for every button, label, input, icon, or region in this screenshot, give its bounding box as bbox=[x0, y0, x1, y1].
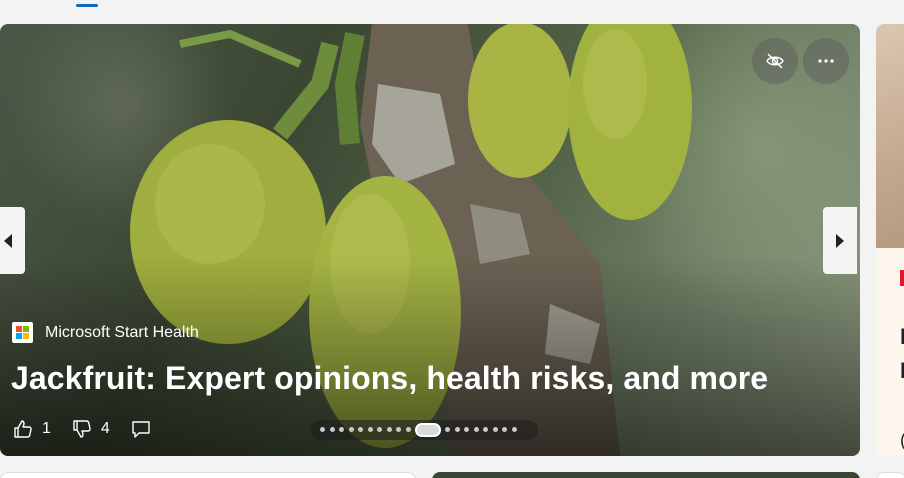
next-story-text-fragment: I bbox=[900, 324, 904, 349]
pager-dot[interactable] bbox=[492, 427, 498, 432]
dislike-button[interactable]: 4 bbox=[71, 418, 110, 440]
pager-dot[interactable] bbox=[511, 427, 517, 432]
pager-dot[interactable] bbox=[348, 427, 354, 432]
pager-dot[interactable] bbox=[405, 427, 411, 432]
thumbs-up-icon bbox=[14, 420, 32, 438]
reaction-bar: 1 4 bbox=[12, 418, 172, 440]
pager-dot[interactable] bbox=[377, 427, 382, 432]
chevron-left-icon bbox=[4, 233, 12, 248]
pager-dot[interactable] bbox=[367, 427, 373, 432]
pager-dot[interactable] bbox=[502, 427, 507, 432]
comment-icon bbox=[132, 421, 150, 438]
eye-off-icon bbox=[766, 53, 784, 69]
pager-dot-active[interactable] bbox=[415, 423, 441, 437]
more-options-button[interactable] bbox=[803, 38, 849, 84]
story-source[interactable]: Microsoft Start Health bbox=[12, 322, 199, 343]
next-story-image bbox=[876, 24, 904, 248]
pager-dot[interactable] bbox=[329, 427, 335, 432]
pager-dot[interactable] bbox=[473, 427, 479, 432]
pager-dot[interactable] bbox=[483, 427, 488, 432]
feed-page: Microsoft Start Health Jackfruit: Expert… bbox=[0, 0, 904, 478]
next-story-badge bbox=[900, 270, 904, 286]
next-story-text-fragment: I bbox=[900, 358, 904, 383]
next-story-text-fragment: ( bbox=[900, 430, 904, 451]
pager-dot[interactable] bbox=[386, 427, 392, 432]
comment-button[interactable] bbox=[130, 418, 152, 440]
like-count: 1 bbox=[42, 420, 51, 437]
dislike-count: 4 bbox=[100, 420, 110, 437]
chevron-right-icon bbox=[836, 233, 844, 248]
feed-card-bottom-middle[interactable] bbox=[432, 472, 860, 478]
hero-carousel-card[interactable]: Microsoft Start Health Jackfruit: Expert… bbox=[0, 24, 860, 456]
feed-card-bottom-right[interactable] bbox=[876, 472, 904, 478]
pager-dot[interactable] bbox=[454, 427, 460, 432]
thumbs-down-icon bbox=[73, 420, 91, 438]
source-name: Microsoft Start Health bbox=[45, 323, 199, 341]
like-button[interactable]: 1 bbox=[12, 418, 51, 440]
hide-story-button[interactable] bbox=[752, 38, 798, 84]
more-horizontal-icon bbox=[818, 59, 834, 63]
pager-dot[interactable] bbox=[358, 427, 363, 432]
story-headline[interactable]: Jackfruit: Expert opinions, health risks… bbox=[11, 360, 768, 397]
carousel-pager[interactable] bbox=[310, 420, 538, 440]
feed-card-bottom-left[interactable] bbox=[0, 472, 416, 478]
microsoft-logo-icon bbox=[12, 322, 33, 343]
active-tab-indicator bbox=[76, 4, 98, 7]
pager-dot[interactable] bbox=[396, 427, 401, 432]
next-story-card[interactable]: I I ( bbox=[876, 24, 904, 456]
pager-dot[interactable] bbox=[445, 427, 450, 432]
pager-dot[interactable] bbox=[339, 427, 344, 432]
carousel-prev-button[interactable] bbox=[0, 207, 25, 274]
carousel-next-button[interactable] bbox=[823, 207, 857, 274]
pager-dot[interactable] bbox=[320, 427, 325, 432]
pager-dot[interactable] bbox=[464, 427, 469, 432]
